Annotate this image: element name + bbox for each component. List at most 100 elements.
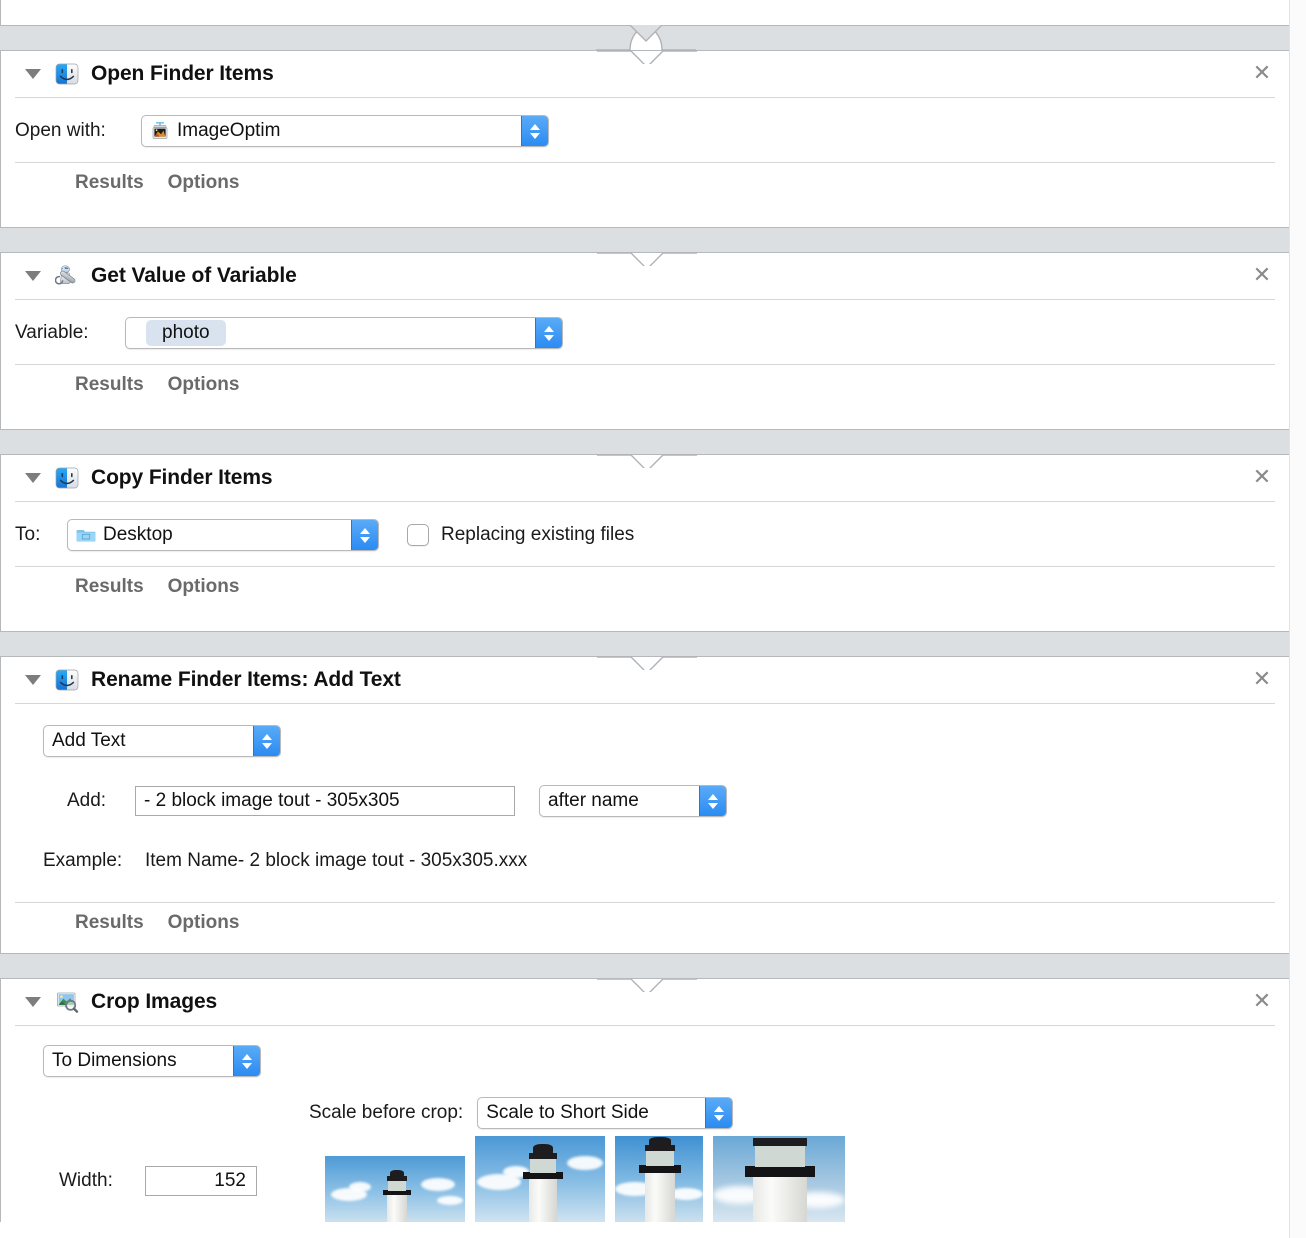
- stepper-up-down-icon[interactable]: [535, 318, 562, 348]
- example-value: Item Name- 2 block image tout - 305x305.…: [145, 850, 528, 871]
- replacing-existing-files-checkbox[interactable]: [407, 524, 429, 546]
- action-header: Crop Images ✕: [1, 979, 1289, 1025]
- finder-icon: [55, 466, 79, 490]
- close-icon[interactable]: ✕: [1251, 990, 1273, 1013]
- connector-band: [0, 954, 1290, 978]
- scale-before-crop-label: Scale before crop:: [309, 1102, 464, 1123]
- destination-popup[interactable]: Desktop: [67, 519, 379, 551]
- action-body: Variable: photo: [1, 300, 1289, 350]
- scale-before-crop-row: Scale before crop: Scale to Short Side: [15, 1096, 1275, 1130]
- action-card-copy-finder-items[interactable]: Copy Finder Items ✕ To: Desktop Replacin…: [0, 454, 1290, 632]
- action-footer: Results Options: [15, 364, 1275, 404]
- stepper-up-down-icon[interactable]: [699, 786, 726, 816]
- crop-preview-thumbnails: [325, 1136, 845, 1222]
- connector-band: [0, 25, 1290, 51]
- lighthouse-thumb-4: [713, 1136, 845, 1222]
- triangle-down-icon[interactable]: [25, 271, 41, 281]
- crop-mode-popup[interactable]: To Dimensions: [43, 1045, 261, 1077]
- action-card-open-finder-items[interactable]: Open Finder Items ✕ Open with: ImageOpti…: [0, 50, 1290, 228]
- close-icon[interactable]: ✕: [1251, 466, 1273, 489]
- lighthouse-thumb-2: [475, 1136, 605, 1222]
- open-with-value: ImageOptim: [177, 120, 281, 141]
- vertical-scrollbar[interactable]: [1289, 0, 1306, 1238]
- action-footer: Results Options: [15, 162, 1275, 202]
- action-body: Add Text Add: - 2 block image tout - 305…: [1, 704, 1289, 878]
- variable-row: Variable: photo: [15, 316, 1275, 350]
- action-card-get-value-of-variable[interactable]: Get Value of Variable ✕ Variable: photo …: [0, 252, 1290, 430]
- add-text-input[interactable]: - 2 block image tout - 305x305: [135, 786, 515, 816]
- copy-to-row: To: Desktop Replacing existing files: [15, 518, 1275, 552]
- example-label: Example:: [43, 850, 123, 871]
- action-header: Copy Finder Items ✕: [1, 455, 1289, 501]
- rename-mode-popup[interactable]: Add Text: [43, 725, 281, 757]
- close-icon[interactable]: ✕: [1251, 62, 1273, 85]
- results-link[interactable]: Results: [75, 912, 144, 934]
- open-with-label: Open with:: [15, 120, 106, 141]
- crop-images-icon: [55, 990, 79, 1014]
- add-label: Add:: [67, 790, 107, 811]
- add-text-row: Add: - 2 block image tout - 305x305 afte…: [15, 784, 1275, 818]
- open-with-popup[interactable]: ImageOptim: [141, 115, 549, 147]
- scale-before-crop-value: Scale to Short Side: [486, 1102, 649, 1123]
- results-link[interactable]: Results: [75, 576, 144, 598]
- action-title: Crop Images: [91, 990, 218, 1013]
- action-title: Get Value of Variable: [91, 264, 297, 287]
- imageoptim-app-icon: [150, 121, 170, 141]
- example-row: Example: Item Name- 2 block image tout -…: [15, 844, 1275, 878]
- add-position-value: after name: [548, 790, 639, 811]
- finder-icon: [55, 668, 79, 692]
- rename-mode-value: Add Text: [52, 730, 126, 751]
- action-card-crop-images[interactable]: Crop Images ✕ To Dimensions Scale before…: [0, 978, 1290, 1222]
- options-link[interactable]: Options: [168, 374, 240, 396]
- action-footer: Results Options: [15, 566, 1275, 606]
- close-icon[interactable]: ✕: [1251, 264, 1273, 287]
- action-title: Copy Finder Items: [91, 466, 273, 489]
- crop-mode-value: To Dimensions: [52, 1050, 177, 1071]
- connector-band: [0, 632, 1290, 656]
- rename-mode-row: Add Text: [15, 724, 1275, 758]
- options-link[interactable]: Options: [168, 172, 240, 194]
- automator-workflow-canvas: Open Finder Items ✕ Open with: ImageOpti…: [0, 0, 1306, 1238]
- width-label: Width:: [59, 1170, 113, 1191]
- variable-token: photo: [146, 320, 226, 346]
- triangle-down-icon[interactable]: [25, 473, 41, 483]
- action-header: Get Value of Variable ✕: [1, 253, 1289, 299]
- stepper-up-down-icon[interactable]: [521, 116, 548, 146]
- stepper-up-down-icon[interactable]: [705, 1098, 733, 1128]
- stepper-up-down-icon[interactable]: [253, 726, 280, 756]
- action-body: Open with: ImageOptim: [1, 98, 1289, 148]
- results-link[interactable]: Results: [75, 172, 144, 194]
- action-footer: Results Options: [15, 902, 1275, 942]
- close-icon[interactable]: ✕: [1251, 668, 1273, 691]
- automator-robot-icon: [54, 264, 79, 288]
- options-link[interactable]: Options: [168, 912, 240, 934]
- stepper-up-down-icon[interactable]: [233, 1046, 260, 1076]
- action-body: To Dimensions Scale before crop: Scale t…: [1, 1026, 1289, 1222]
- stepper-up-down-icon[interactable]: [351, 520, 378, 550]
- variable-label: Variable:: [15, 322, 89, 343]
- add-position-popup[interactable]: after name: [539, 785, 727, 817]
- triangle-down-icon[interactable]: [25, 675, 41, 685]
- lighthouse-thumb-1: [325, 1156, 465, 1222]
- triangle-down-icon[interactable]: [25, 69, 41, 79]
- action-body: To: Desktop Replacing existing files: [1, 502, 1289, 552]
- replacing-existing-files-label: Replacing existing files: [441, 524, 635, 545]
- destination-value: Desktop: [103, 524, 173, 545]
- folder-icon: [76, 525, 96, 545]
- puzzle-connector-icon: [596, 25, 696, 51]
- lighthouse-thumb-3: [615, 1136, 703, 1222]
- action-card-partial-top: [0, 0, 1290, 26]
- variable-popup[interactable]: photo: [125, 317, 563, 349]
- open-with-row: Open with: ImageOptim: [15, 114, 1275, 148]
- to-label: To:: [15, 524, 41, 545]
- action-header: Open Finder Items ✕: [1, 51, 1289, 97]
- action-title: Open Finder Items: [91, 62, 274, 85]
- results-link[interactable]: Results: [75, 374, 144, 396]
- options-link[interactable]: Options: [168, 576, 240, 598]
- connector-band: [0, 228, 1290, 252]
- scale-before-crop-popup[interactable]: Scale to Short Side: [477, 1097, 734, 1129]
- finder-icon: [55, 62, 79, 86]
- width-input[interactable]: 152: [145, 1166, 257, 1196]
- action-card-rename-finder-items[interactable]: Rename Finder Items: Add Text ✕ Add Text…: [0, 656, 1290, 954]
- triangle-down-icon[interactable]: [25, 997, 41, 1007]
